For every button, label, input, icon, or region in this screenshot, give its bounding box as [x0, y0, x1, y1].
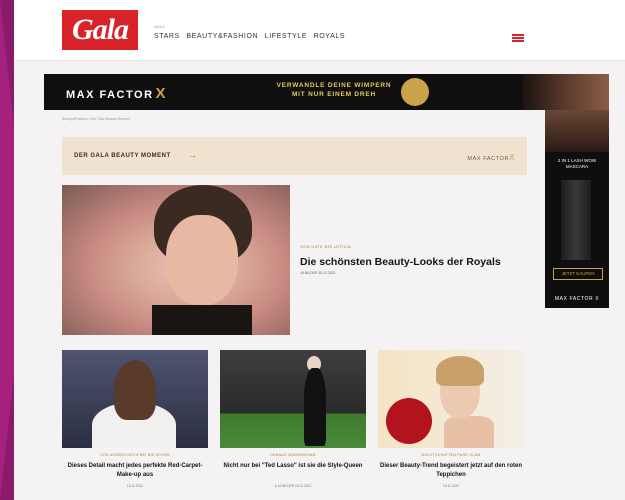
article-card-title[interactable]: Dieses Detail macht jedes perfekte Red-C…: [62, 462, 208, 480]
article-card-kicker: NACHTSCHATTEN PAGE GLAM: [421, 453, 481, 457]
nav-item-lifestyle[interactable]: LIFESTYLE: [265, 33, 307, 40]
hero-kicker: VON KATE BIS LETIZIA: [300, 244, 352, 249]
hero-image[interactable]: [62, 185, 290, 335]
article-card-meta: 15.11.2021: [442, 484, 460, 488]
nav-item-stars[interactable]: STARS: [154, 33, 180, 40]
ad-model-image: [522, 74, 609, 110]
beauty-bar-brand: MAX FACTORX: [467, 153, 515, 162]
gala-logo[interactable]: Gala: [62, 10, 138, 50]
site-header: Gala GALA STARS BEAUTY&FASHION LIFESTYLE…: [14, 0, 625, 61]
skyscraper-model-image: [545, 110, 609, 152]
beauty-moment-title: DER GALA BEAUTY MOMENT: [74, 153, 171, 159]
article-card-image[interactable]: [62, 350, 208, 448]
article-card-image[interactable]: [220, 350, 366, 448]
max-factor-banner-ad[interactable]: MAX FACTOR X VERWANDLE DEINE WIMPERN MIT …: [44, 74, 609, 110]
skyscraper-brand: MAX FACTOR X: [554, 296, 600, 302]
article-card-kicker: VON AUSSEN NOCH BEI BIS SCHÖN: [100, 453, 170, 457]
article-card-meta: ● 16 BILDER 15.11.2021: [274, 484, 312, 488]
mascara-product-image: [561, 180, 591, 260]
ad-tagline: VERWANDLE DEINE WIMPERN MIT NUR EINEM DR…: [276, 82, 392, 98]
skyscraper-text: 2 IN 1 LASH WOW MASCARA: [557, 158, 597, 169]
nav-item-royals[interactable]: ROYALS: [314, 33, 345, 40]
article-card-title[interactable]: Dieser Beauty-Trend begeistert jetzt auf…: [378, 462, 524, 480]
ad-brand-logo: MAX FACTOR X: [66, 85, 168, 102]
article-card-meta: 15.11.2021: [126, 484, 144, 488]
gala-page: Gala GALA STARS BEAUTY&FASHION LIFESTYLE…: [14, 0, 625, 500]
skyscraper-ad[interactable]: 2 IN 1 LASH WOW MASCARA JETZT KAUFEN MAX…: [545, 110, 609, 308]
nav-item-beauty-fashion[interactable]: BEAUTY&FASHION: [186, 33, 258, 40]
article-card-title[interactable]: Nicht nur bei "Ted Lasso" ist sie die St…: [220, 462, 366, 471]
beauty-moment-banner[interactable]: DER GALA BEAUTY MOMENT → MAX FACTORX: [62, 137, 527, 175]
ad-badge-icon: [401, 78, 429, 106]
hamburger-icon[interactable]: [512, 34, 524, 42]
article-card-kicker: HANNAH WADDINGHAM: [270, 453, 316, 457]
main-nav: STARS BEAUTY&FASHION LIFESTYLE ROYALS: [154, 33, 349, 40]
article-card-image[interactable]: [378, 350, 524, 448]
nav-small-label: GALA: [154, 24, 165, 29]
breadcrumb[interactable]: Beauty&Fashion / Der Gala Beauty Moment: [62, 117, 130, 121]
skyscraper-cta-button[interactable]: JETZT KAUFEN: [553, 268, 603, 280]
arrow-right-icon: →: [188, 150, 197, 160]
hero-meta: 16 BILDER 15.11.2021: [300, 271, 336, 275]
hero-title[interactable]: Die schönsten Beauty-Looks der Royals: [300, 256, 501, 268]
